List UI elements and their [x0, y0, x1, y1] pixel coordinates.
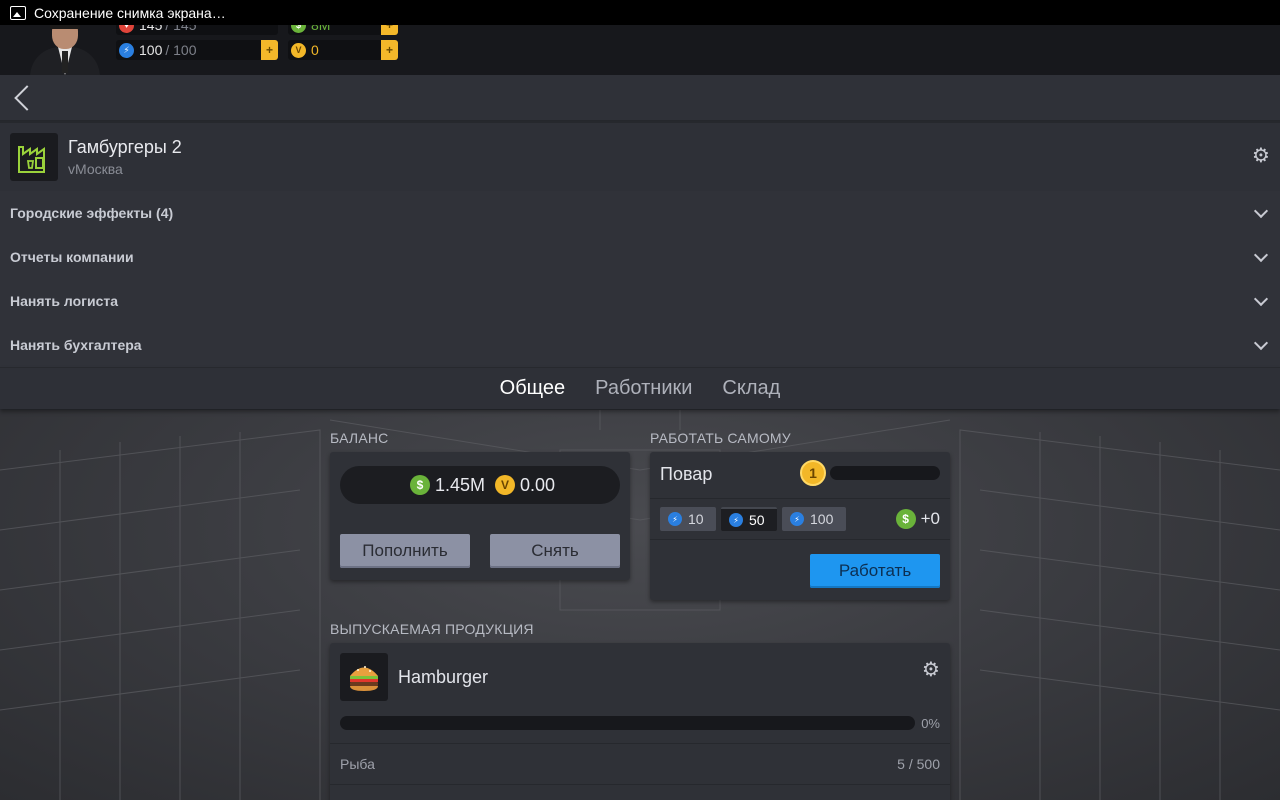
energy-option-50[interactable]: ⚡ 50 — [721, 507, 777, 531]
chevron-down-icon — [1253, 247, 1269, 263]
accordion-hire-accountant[interactable]: Нанять бухгалтера — [0, 323, 1280, 367]
product-settings-gear-icon[interactable]: ⚙ — [922, 660, 940, 680]
lightning-icon: ⚡ — [119, 42, 134, 58]
balance-card: $ 1.45M V 0.00 Пополнить Снять — [330, 452, 630, 580]
work-button[interactable]: Работать — [810, 554, 940, 588]
job-level-progress — [830, 466, 940, 480]
accordion-label: Городские эффекты (4) — [10, 205, 174, 221]
tab-general[interactable]: Общее — [500, 377, 566, 400]
energy-option-100[interactable]: ⚡ 100 — [782, 507, 846, 531]
lightning-icon: ⚡ — [790, 512, 804, 526]
production-progress-bar — [340, 716, 915, 730]
balance-section-label: БАЛАНС — [330, 430, 389, 446]
lightning-icon: ⚡ — [668, 512, 682, 526]
accordion-label: Нанять логиста — [10, 293, 119, 309]
back-row — [0, 75, 1280, 121]
vcoin-value: 0 — [311, 42, 319, 58]
vcoin-stat: V 0 + — [288, 40, 398, 60]
work-reward: $ +0 — [895, 509, 940, 529]
vcoin-icon: V — [291, 42, 306, 58]
production-progress-text: 0% — [921, 716, 940, 731]
add-vcoin-button[interactable]: + — [381, 40, 398, 60]
top-hud: ♥ 145 / 145 $ 8M + ⚡ 100 / 100 + V 0 + — [0, 15, 1280, 75]
tab-warehouse[interactable]: Склад — [722, 377, 780, 400]
screenshot-icon — [10, 5, 26, 20]
back-arrow-icon[interactable] — [14, 84, 40, 111]
product-name: Hamburger — [398, 667, 489, 687]
self-work-card: Повар 1 ⚡ 10 ⚡ 50 ⚡ 100 $ +0 Работать — [650, 452, 950, 600]
chevron-down-icon — [1253, 203, 1269, 219]
hamburger-icon — [340, 653, 388, 701]
dollar-icon: $ — [409, 475, 430, 495]
chevron-down-icon — [1253, 335, 1269, 351]
energy-value: 100 — [139, 42, 163, 58]
accordion-label: Отчеты компании — [10, 249, 134, 265]
resource-name: Рыба — [340, 756, 375, 772]
balance-money: 1.45M — [434, 474, 485, 495]
balance-display: $ 1.45M V 0.00 — [340, 466, 620, 504]
accordion-hire-logistician[interactable]: Нанять логиста — [0, 279, 1280, 323]
lightning-icon: ⚡ — [729, 513, 743, 527]
energy-max: / 100 — [165, 42, 197, 58]
add-energy-button[interactable]: + — [261, 40, 278, 60]
company-header: Гамбургеры 2 vМосква ⚙ — [0, 121, 1280, 191]
chevron-down-icon — [1253, 291, 1269, 307]
resource-row: Рыба 5 / 500 — [330, 743, 950, 785]
dollar-icon: $ — [895, 509, 916, 529]
general-tab-content: БАЛАНС $ 1.45M V 0.00 Пополнить Снять РА… — [0, 410, 1280, 800]
avatar[interactable] — [26, 25, 102, 75]
resource-amount: 5 / 500 — [897, 756, 940, 772]
energy-option-10[interactable]: ⚡ 10 — [660, 507, 716, 531]
accordion-city-effects[interactable]: Городские эффекты (4) — [0, 191, 1280, 235]
company-panel: Гамбургеры 2 vМосква ⚙ Городские эффекты… — [0, 75, 1280, 410]
level-badge: 1 — [800, 460, 826, 486]
status-bar: Сохранение снимка экрана… — [0, 0, 1280, 25]
production-section-label: ВЫПУСКАЕМАЯ ПРОДУКЦИЯ — [330, 621, 534, 637]
production-card: Hamburger ⚙ 0% Рыба 5 / 500 — [330, 643, 950, 800]
energy-selector: ⚡ 10 ⚡ 50 ⚡ 100 $ +0 — [650, 498, 950, 540]
factory-icon — [10, 133, 58, 181]
company-name: Гамбургеры 2 — [68, 137, 182, 157]
balance-vcoins: 0.00 — [519, 474, 556, 495]
accordion-label: Нанять бухгалтера — [10, 337, 142, 353]
deposit-button[interactable]: Пополнить — [340, 534, 470, 568]
job-role: Повар — [660, 464, 713, 484]
vcoin-icon: V — [494, 475, 515, 495]
company-city: vМосква — [68, 161, 123, 177]
withdraw-button[interactable]: Снять — [490, 534, 620, 568]
self-work-section-label: РАБОТАТЬ САМОМУ — [650, 430, 791, 446]
tab-workers[interactable]: Работники — [595, 377, 692, 400]
gear-icon[interactable]: ⚙ — [1252, 146, 1270, 166]
tab-bar: Общее Работники Склад — [0, 367, 1280, 409]
energy-stat: ⚡ 100 / 100 + — [116, 40, 278, 60]
accordion-company-reports[interactable]: Отчеты компании — [0, 235, 1280, 279]
status-bar-text: Сохранение снимка экрана… — [34, 4, 226, 21]
